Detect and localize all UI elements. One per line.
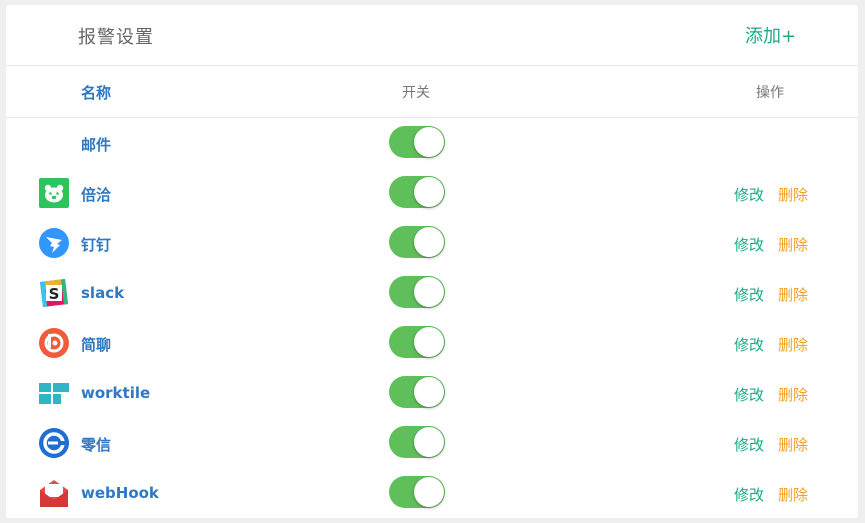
worktile-icon: [39, 378, 69, 408]
channel-name-link[interactable]: webHook: [81, 484, 159, 502]
table-row: 邮件: [6, 118, 858, 168]
edit-button[interactable]: 修改: [734, 434, 764, 455]
delete-button[interactable]: 删除: [778, 334, 808, 355]
edit-button[interactable]: 修改: [734, 484, 764, 505]
slack-icon: S: [39, 278, 69, 308]
edit-button[interactable]: 修改: [734, 384, 764, 405]
channel-name-link[interactable]: 钉钉: [81, 234, 111, 255]
toggle-knob: [414, 127, 444, 157]
channel-name-link[interactable]: slack: [81, 284, 124, 302]
toggle-knob: [414, 427, 444, 457]
channel-name-link[interactable]: worktile: [81, 384, 150, 402]
delete-button[interactable]: 删除: [778, 234, 808, 255]
enable-toggle[interactable]: [389, 126, 445, 158]
channel-name-link[interactable]: 邮件: [81, 134, 111, 155]
table-row: S slack 修改 删除: [6, 268, 858, 318]
column-header-name: 名称: [81, 84, 112, 102]
toggle-knob: [414, 477, 444, 507]
alarm-settings-panel: 报警设置 添加+ 名称 开关 操作 邮件 倍洽 修改 删除 钉钉 修改 删除 S…: [6, 5, 858, 518]
enable-toggle[interactable]: [389, 276, 445, 308]
table-row: 钉钉 修改 删除: [6, 218, 858, 268]
table-header: 名称 开关 操作: [6, 66, 858, 118]
enable-toggle[interactable]: [389, 376, 445, 408]
enable-toggle[interactable]: [389, 476, 445, 508]
svg-text:S: S: [49, 285, 60, 303]
toggle-knob: [414, 327, 444, 357]
edit-button[interactable]: 修改: [734, 334, 764, 355]
column-header-ops: 操作: [756, 85, 784, 101]
table-row: 倍洽 修改 删除: [6, 168, 858, 218]
delete-button[interactable]: 删除: [778, 484, 808, 505]
delete-button[interactable]: 删除: [778, 284, 808, 305]
edit-button[interactable]: 修改: [734, 184, 764, 205]
panel-header: 报警设置 添加+: [6, 5, 858, 66]
table-row: 简聊 修改 删除: [6, 318, 858, 368]
table-row: webHook 修改 删除: [6, 468, 858, 518]
table-row: worktile 修改 删除: [6, 368, 858, 418]
pubu-icon: [39, 428, 69, 458]
enable-toggle[interactable]: [389, 426, 445, 458]
column-header-switch: 开关: [402, 85, 430, 101]
add-button[interactable]: 添加+: [745, 22, 796, 48]
edit-button[interactable]: 修改: [734, 234, 764, 255]
channel-name-link[interactable]: 倍洽: [81, 184, 111, 205]
delete-button[interactable]: 删除: [778, 384, 808, 405]
dingtalk-icon: [39, 228, 69, 258]
bearychat-icon: [39, 178, 69, 208]
page-title: 报警设置: [78, 27, 154, 48]
jianliao-icon: [39, 328, 69, 358]
toggle-knob: [414, 177, 444, 207]
channel-name-link[interactable]: 零信: [81, 434, 111, 455]
delete-button[interactable]: 删除: [778, 184, 808, 205]
toggle-knob: [414, 277, 444, 307]
channel-name-link[interactable]: 简聊: [81, 334, 111, 355]
enable-toggle[interactable]: [389, 226, 445, 258]
delete-button[interactable]: 删除: [778, 434, 808, 455]
edit-button[interactable]: 修改: [734, 284, 764, 305]
toggle-knob: [414, 377, 444, 407]
enable-toggle[interactable]: [389, 176, 445, 208]
table-row: 零信 修改 删除: [6, 418, 858, 468]
webhook-mail-icon: [39, 478, 69, 508]
toggle-knob: [414, 227, 444, 257]
enable-toggle[interactable]: [389, 326, 445, 358]
